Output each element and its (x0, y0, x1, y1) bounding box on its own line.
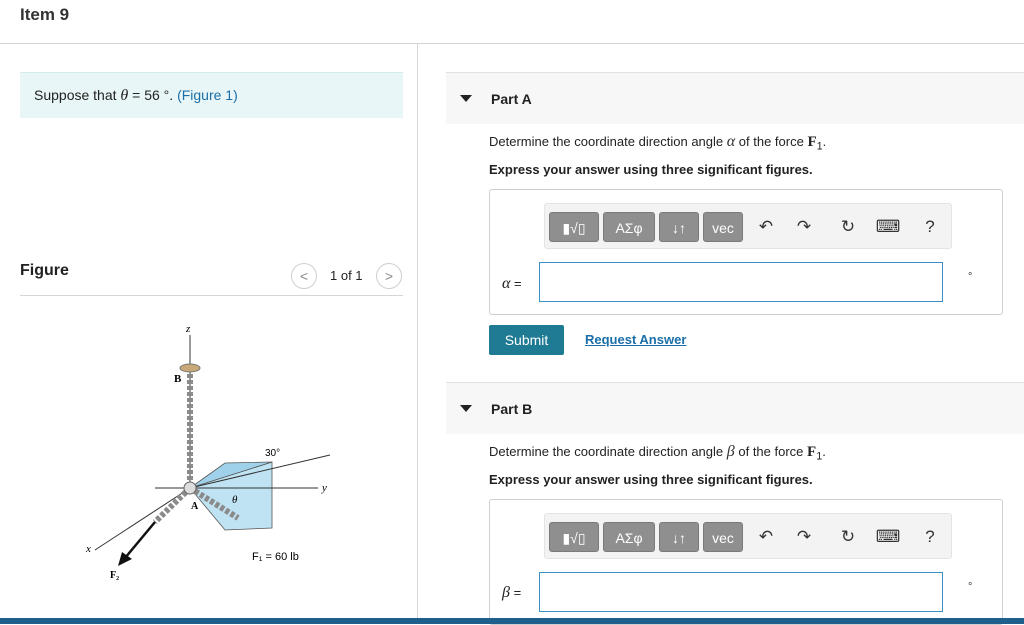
figure-heading: Figure (20, 262, 69, 279)
figure-link[interactable]: (Figure 1) (177, 87, 238, 103)
alpha-label: α = (502, 275, 522, 293)
label-f2: F₂ (110, 570, 119, 581)
question-end: . (822, 444, 826, 459)
greek-button[interactable]: ΑΣφ (603, 212, 655, 242)
label-a: A (191, 501, 199, 512)
chain-a (152, 485, 193, 525)
label-theta: θ (232, 494, 238, 506)
ring-a (183, 481, 197, 495)
force-symbol: F (807, 134, 817, 150)
alpha-symbol: α (726, 133, 736, 150)
question-text: Determine the coordinate direction angle (489, 134, 724, 149)
part-a-header[interactable]: Part A (446, 72, 1024, 124)
alpha-var: α (502, 275, 511, 292)
label-y: y (321, 482, 327, 494)
redo-icon[interactable]: ↷ (791, 524, 817, 550)
help-icon[interactable]: ? (917, 524, 943, 550)
column-divider (417, 44, 418, 624)
collapse-caret-icon[interactable] (460, 95, 472, 102)
math-toolbar: ▮√▯ ΑΣφ ↓↑ vec ↶ ↷ ↻ ⌨ ? (544, 203, 952, 249)
question-end: . (822, 134, 827, 149)
x-axis (94, 487, 191, 551)
reset-icon[interactable]: ↻ (835, 524, 861, 550)
question-text: of the force (738, 444, 804, 459)
force-diagram: z B 30° y θ A x F₁ = 60 lb F₂ (85, 323, 331, 581)
reset-icon[interactable]: ↻ (835, 214, 861, 240)
prev-figure-button[interactable]: < (291, 263, 317, 289)
vec-button[interactable]: vec (703, 212, 743, 242)
greek-button[interactable]: ΑΣφ (603, 522, 655, 552)
templates-button[interactable]: ▮√▯ (549, 522, 599, 552)
label-z: z (185, 323, 191, 335)
support-b (179, 363, 201, 373)
degree-unit: ° (968, 581, 973, 593)
part-a-label: Part A (491, 91, 532, 107)
part-a-question: Determine the coordinate direction angle… (489, 133, 826, 153)
undo-icon[interactable]: ↶ (753, 214, 779, 240)
label-b: B (174, 373, 182, 385)
arrows-button[interactable]: ↓↑ (659, 212, 699, 242)
beta-var: β (502, 584, 510, 601)
part-a-instruction: Express your answer using three signific… (489, 162, 813, 177)
f2-arrowhead (118, 552, 132, 566)
request-answer-link[interactable]: Request Answer (585, 332, 686, 347)
problem-statement: Suppose that θ = 56 °. (Figure 1) (20, 72, 403, 118)
figure-pager-text: 1 of 1 (330, 268, 363, 283)
arrows-button[interactable]: ↓↑ (659, 522, 699, 552)
beta-symbol: β (726, 443, 735, 460)
question-text: Determine the coordinate direction angle (489, 444, 724, 459)
undo-icon[interactable]: ↶ (753, 524, 779, 550)
keyboard-icon[interactable]: ⌨ (875, 214, 901, 240)
collapse-caret-icon[interactable] (460, 405, 472, 412)
redo-icon[interactable]: ↷ (791, 214, 817, 240)
beta-input[interactable] (539, 572, 943, 612)
prompt-text: Suppose that (34, 87, 117, 103)
part-b-label: Part B (491, 401, 533, 417)
force-symbol: F (807, 444, 817, 460)
label-f1: F₁ = 60 lb (252, 551, 299, 563)
item-title: Item 9 (20, 5, 70, 24)
part-b-question: Determine the coordinate direction angle… (489, 443, 826, 463)
vec-button[interactable]: vec (703, 522, 743, 552)
keyboard-icon[interactable]: ⌨ (875, 524, 901, 550)
beta-label: β = (502, 584, 521, 602)
equals-sign: = (513, 585, 522, 600)
equals-sign: = (514, 276, 522, 291)
alpha-input[interactable] (539, 262, 943, 302)
math-toolbar: ▮√▯ ΑΣφ ↓↑ vec ↶ ↷ ↻ ⌨ ? (544, 513, 952, 559)
label-30: 30° (265, 448, 280, 459)
prompt-value: = 56 °. (128, 87, 174, 103)
part-b-instruction: Express your answer using three signific… (489, 472, 813, 487)
bottom-strip (0, 618, 1024, 624)
figure-divider (20, 295, 403, 296)
templates-button[interactable]: ▮√▯ (549, 212, 599, 242)
top-bar: Item 9 (0, 0, 1024, 44)
next-figure-button[interactable]: > (376, 263, 402, 289)
help-icon[interactable]: ? (917, 214, 943, 240)
submit-button[interactable]: Submit (489, 325, 564, 355)
part-b-header[interactable]: Part B (446, 382, 1024, 434)
question-text: of the force (738, 134, 804, 149)
label-x: x (85, 543, 91, 555)
degree-unit: ° (968, 271, 973, 283)
